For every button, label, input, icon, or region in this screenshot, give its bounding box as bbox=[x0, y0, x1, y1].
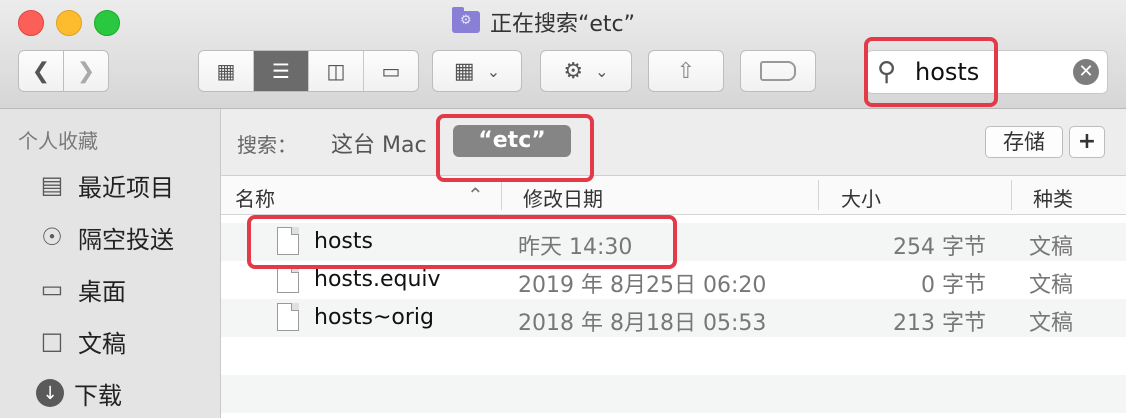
column-size[interactable]: 大小 bbox=[841, 183, 881, 212]
column-date[interactable]: 修改日期 bbox=[523, 183, 603, 212]
gallery-view-icon: ▭ bbox=[381, 59, 401, 83]
scope-folder-etc[interactable]: “etc” bbox=[453, 125, 571, 157]
gallery-view-button[interactable]: ▭ bbox=[364, 51, 418, 91]
sidebar-item-documents[interactable]: □ 文稿 bbox=[36, 321, 126, 361]
view-mode-control: ▦ ☰ ◫ ▭ bbox=[198, 50, 419, 92]
share-icon: ⇧ bbox=[676, 58, 696, 84]
file-list: hosts 昨天 14:30 254 字节 文稿 hosts.equiv 201… bbox=[221, 215, 1126, 418]
file-size: 213 字节 bbox=[893, 311, 986, 336]
chevron-left-icon: ❮ bbox=[31, 58, 51, 84]
sidebar-item-recents[interactable]: ▤ 最近项目 bbox=[36, 165, 174, 205]
table-row[interactable]: hosts 昨天 14:30 254 字节 文稿 bbox=[221, 223, 1126, 261]
file-kind: 文稿 bbox=[1029, 311, 1074, 336]
documents-icon: □ bbox=[40, 327, 64, 355]
tag-button[interactable] bbox=[740, 50, 816, 92]
search-input[interactable]: hosts bbox=[915, 58, 979, 86]
document-icon bbox=[277, 265, 299, 293]
empty-row bbox=[221, 337, 1126, 375]
chevron-down-icon: ⌄ bbox=[486, 61, 501, 81]
column-header: 名称 ⌃ 修改日期 大小 种类 bbox=[221, 176, 1126, 215]
document-icon bbox=[277, 303, 299, 331]
sidebar: 个人收藏 ▤ 最近项目 ☉ 隔空投送 ▭ 桌面 □ 文稿 ↓ 下载 bbox=[0, 109, 221, 418]
search-scope-bar: 搜索： 这台 Mac “etc” 存储 + bbox=[221, 109, 1126, 176]
table-row[interactable]: hosts~orig 2018 年 8月18日 05:53 213 字节 文稿 bbox=[221, 299, 1126, 337]
downloads-icon: ↓ bbox=[36, 379, 64, 407]
file-date: 2018 年 8月18日 05:53 bbox=[518, 311, 767, 336]
sidebar-item-label: 桌面 bbox=[78, 277, 126, 306]
file-name: hosts bbox=[314, 229, 373, 254]
file-name: hosts.equiv bbox=[314, 267, 441, 292]
sidebar-item-airdrop[interactable]: ☉ 隔空投送 bbox=[36, 217, 174, 257]
file-kind: 文稿 bbox=[1029, 235, 1074, 260]
column-divider[interactable] bbox=[1011, 180, 1012, 210]
column-divider[interactable] bbox=[818, 180, 819, 210]
add-criteria-button[interactable]: + bbox=[1069, 126, 1105, 158]
save-search-button[interactable]: 存储 bbox=[985, 126, 1063, 158]
scope-this-mac[interactable]: 这台 Mac bbox=[331, 127, 427, 159]
sidebar-heading: 个人收藏 bbox=[18, 129, 98, 153]
gear-icon: ⚙ bbox=[563, 58, 584, 84]
table-row[interactable]: hosts.equiv 2019 年 8月25日 06:20 0 字节 文稿 bbox=[221, 261, 1126, 299]
icon-view-button[interactable]: ▦ bbox=[199, 51, 254, 91]
sidebar-item-label: 隔空投送 bbox=[78, 225, 174, 254]
sort-ascending-icon: ⌃ bbox=[467, 183, 484, 207]
share-button[interactable]: ⇧ bbox=[648, 50, 724, 92]
forward-button[interactable]: ❯ bbox=[63, 50, 109, 92]
tag-icon bbox=[760, 61, 796, 81]
smart-folder-icon bbox=[452, 7, 480, 33]
column-name[interactable]: 名称 bbox=[235, 183, 275, 212]
column-divider[interactable] bbox=[501, 180, 502, 210]
clear-icon[interactable]: ✕ bbox=[1073, 59, 1099, 85]
window-title: 正在搜索“etc” bbox=[452, 6, 635, 38]
scope-label: 搜索： bbox=[237, 133, 297, 157]
group-by-button[interactable]: ▦ ⌄ bbox=[432, 50, 522, 92]
file-date: 昨天 14:30 bbox=[518, 235, 633, 260]
icon-view-icon: ▦ bbox=[216, 59, 236, 83]
sidebar-item-downloads[interactable]: ↓ 下载 bbox=[36, 373, 122, 413]
file-date: 2019 年 8月25日 06:20 bbox=[518, 273, 767, 298]
search-icon: ⚲ bbox=[877, 57, 897, 87]
recents-icon: ▤ bbox=[40, 171, 64, 199]
file-kind: 文稿 bbox=[1029, 273, 1074, 298]
file-name: hosts~orig bbox=[314, 305, 434, 330]
empty-row bbox=[221, 375, 1126, 413]
desktop-icon: ▭ bbox=[40, 275, 64, 303]
list-view-icon: ☰ bbox=[272, 59, 290, 83]
column-view-icon: ◫ bbox=[326, 59, 346, 83]
close-window-button[interactable] bbox=[18, 10, 44, 36]
sidebar-item-label: 下载 bbox=[74, 381, 122, 410]
sidebar-item-desktop[interactable]: ▭ 桌面 bbox=[36, 269, 126, 309]
zoom-window-button[interactable] bbox=[94, 10, 120, 36]
sidebar-item-label: 最近项目 bbox=[78, 173, 174, 202]
chevron-right-icon: ❯ bbox=[76, 58, 96, 84]
document-icon bbox=[277, 227, 299, 255]
window-title-text: 正在搜索“etc” bbox=[490, 12, 636, 37]
back-button[interactable]: ❮ bbox=[18, 50, 64, 92]
file-size: 0 字节 bbox=[921, 273, 986, 298]
group-by-icon: ▦ bbox=[453, 58, 475, 84]
toolbar: 正在搜索“etc” ❮ ❯ ▦ ☰ ◫ ▭ ▦ ⌄ ⚙ ⌄ ⇧ ⚲ hosts … bbox=[0, 0, 1126, 109]
sidebar-item-label: 文稿 bbox=[78, 329, 126, 358]
airdrop-icon: ☉ bbox=[41, 223, 63, 251]
action-button[interactable]: ⚙ ⌄ bbox=[540, 50, 632, 92]
list-view-button[interactable]: ☰ bbox=[254, 51, 309, 91]
file-size: 254 字节 bbox=[893, 235, 986, 260]
search-field[interactable]: ⚲ hosts ✕ bbox=[866, 50, 1108, 94]
column-view-button[interactable]: ◫ bbox=[309, 51, 364, 91]
minimize-window-button[interactable] bbox=[56, 10, 82, 36]
chevron-down-icon: ⌄ bbox=[595, 61, 609, 81]
column-kind[interactable]: 种类 bbox=[1033, 183, 1073, 212]
